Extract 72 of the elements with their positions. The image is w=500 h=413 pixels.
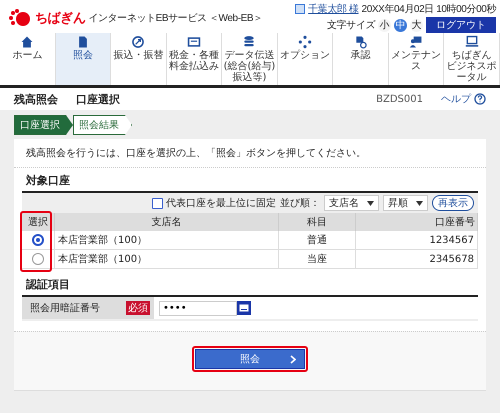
table-cell: 当座 [278,250,356,268]
table-cell: 本店営業部（100） [54,250,278,268]
sort-label: 並び順： [280,197,320,210]
nav-tab[interactable]: 税金・各種料金払込み [166,33,222,85]
chevron-icon [290,355,296,364]
highlight-frame [20,211,52,272]
column-header: 選択 [22,213,54,231]
nav-tab[interactable]: 承認 [333,33,389,85]
pin-input-field[interactable]: •••• [159,300,237,316]
font-size-option[interactable]: 小 [378,18,391,32]
checkbox-label: 代表口座を最上位に固定 [166,196,276,210]
nav-label: 振込・振替 [113,50,164,61]
field-label: 照会用暗証番号 [30,302,100,315]
user-name-link[interactable]: 千葉太郎 様 [308,2,359,16]
nav-tab[interactable]: ちばぎん ビジネスポータル [444,33,500,85]
radio-button[interactable] [32,253,44,265]
nav-tab[interactable]: データ伝送 (総合(給与)振込等) [222,33,278,85]
card-icon [186,35,201,49]
caret-icon [367,200,374,206]
database-icon [242,35,256,49]
nav-label: 照会 [72,50,93,61]
table-cell: 本店営業部（100） [54,231,278,250]
laptop-icon [464,35,479,49]
document-circle-icon [354,35,368,49]
user-card-icon [295,4,306,14]
font-size-label: 文字サイズ [326,18,375,32]
nav-label: 承認 [350,50,371,61]
nav-sublabel: ビジネスポータル [446,61,498,83]
nav-tab[interactable]: メンテナンス [388,33,444,85]
brand-name: ちばぎん [35,8,86,26]
checkbox[interactable] [152,198,163,208]
page-title: 残高照会 [14,92,58,106]
dots-icon [298,35,312,49]
table-cell: 普通 [278,231,356,250]
refresh-button[interactable]: 再表示 [432,195,474,211]
nav-tab[interactable]: 照会 [56,33,112,85]
service-name: インターネットEBサービス ＜Web-EB＞ [88,12,263,24]
step-indicator: 照会結果 [73,115,132,135]
nav-label: ホーム [12,50,42,61]
keyboard-icon[interactable] [237,301,251,315]
column-header: 支店名 [54,213,278,231]
person-screen-icon [409,35,424,49]
nav-tab[interactable]: オプション [278,33,334,85]
page-subtitle: 口座選択 [76,92,120,106]
inquiry-button[interactable]: 照会 [195,349,305,369]
radio-button[interactable] [32,234,44,246]
required-badge: 必須 [126,301,150,315]
datetime: 20XX年04月02日 10時00分00秒 [362,2,496,16]
screen-id: BZDS001 [376,94,423,104]
nav-label: 税金・各種料金払込み [168,50,220,72]
table-cell: 1234567 [356,231,478,250]
font-size-option[interactable]: 大 [410,18,423,32]
column-header: 科目 [278,213,356,231]
logout-button[interactable]: ログアウト [426,17,496,33]
caret-icon [416,200,423,206]
instruction-text: 残高照会を行うには、口座を選択の上、「照会」ボタンを押してください。 [14,139,486,168]
nav-sublabel: (総合(給与)振込等) [223,61,276,83]
table-cell: 2345678 [356,250,478,268]
help-link[interactable]: ヘルプ [441,92,486,106]
nav-label: メンテナンス [390,50,442,72]
home-icon [20,35,34,49]
flower-logo-icon [8,8,32,26]
column-header: 口座番号 [356,213,478,231]
sort-order-select[interactable]: 昇順 [383,195,428,211]
nav-label: データ伝送 [224,50,274,61]
nav-label: オプション [280,50,330,61]
step-indicator: 口座選択 [14,115,73,135]
nav-tab[interactable]: 振込・振替 [111,33,167,85]
sort-key-select[interactable]: 支店名 [324,195,379,211]
nav-label: ちばぎん [452,50,492,61]
font-size-option[interactable]: 中 [394,18,407,32]
help-icon [474,93,486,105]
